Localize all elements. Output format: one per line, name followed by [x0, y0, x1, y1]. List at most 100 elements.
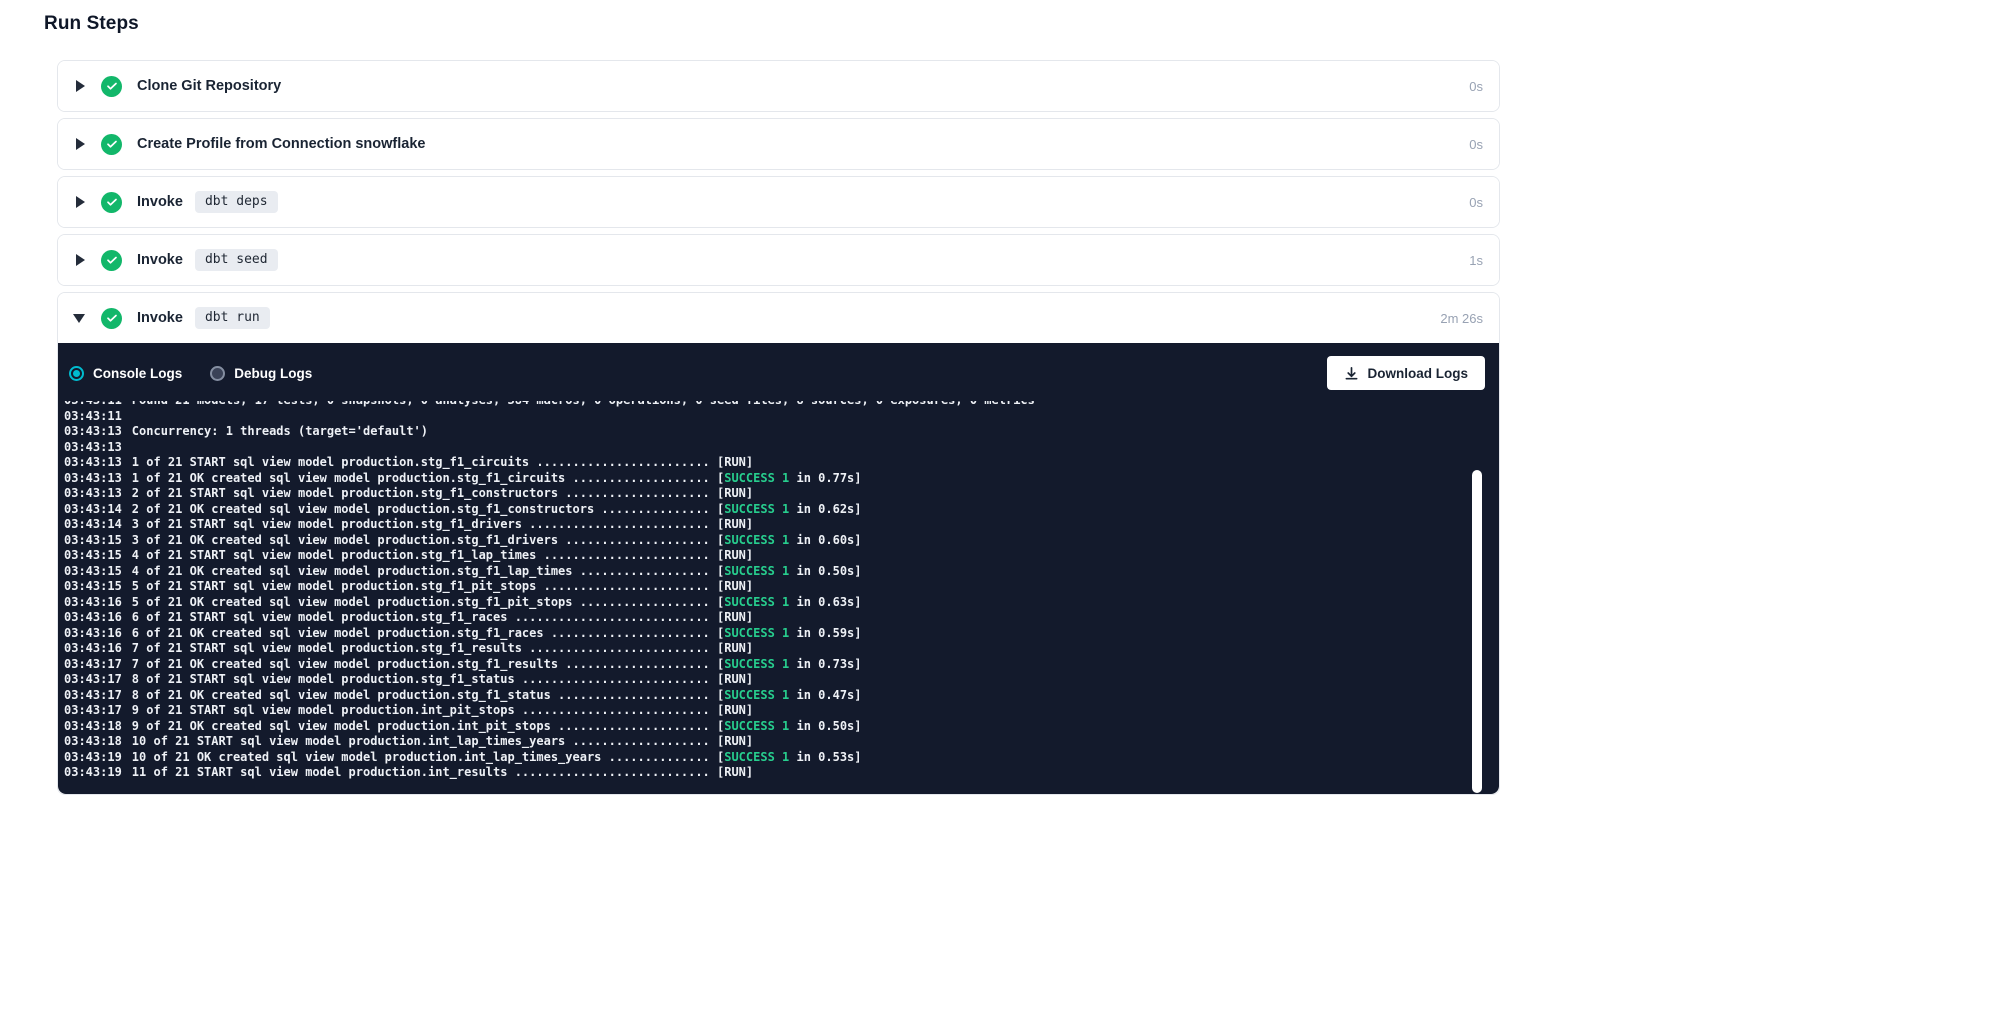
- log-message: Found 21 models, 17 tests, 0 snapshots, …: [132, 401, 1035, 407]
- caret-right-icon[interactable]: [76, 196, 85, 208]
- step-clone-git-repository: Clone Git Repository 0s: [57, 60, 1500, 112]
- log-line: 03:43:178 of 21 OK created sql view mode…: [64, 688, 1463, 704]
- log-success-badge: SUCCESS 1: [724, 688, 789, 702]
- log-line: 03:43:16 7 of 21 START sql view model pro…: [64, 641, 1463, 657]
- log-timestamp: 03:43:13: [64, 486, 122, 500]
- log-timestamp: 03:43:15: [64, 579, 122, 593]
- caret-down-icon[interactable]: [73, 314, 85, 323]
- log-message: 3 of 21 OK created sql view model produc…: [132, 533, 862, 547]
- log-timestamp: 03:43:14: [64, 517, 122, 531]
- log-timestamp: 03:43:17: [64, 703, 122, 717]
- check-circle-icon: [101, 76, 122, 97]
- step-duration: 0s: [1469, 195, 1483, 210]
- log-line: 03:43:13 Concurrency: 1 threads (target='…: [64, 424, 1463, 440]
- check-circle-icon: [101, 134, 122, 155]
- log-message: 11 of 21 START sql view model production…: [132, 765, 753, 779]
- log-line: 03:43:131 of 21 START sql view model pro…: [64, 455, 1463, 471]
- log-line: 03:43:189 of 21 OK created sql view mode…: [64, 719, 1463, 735]
- page-title: Run Steps: [44, 13, 2000, 35]
- log-timestamp: 03:43:18: [64, 719, 122, 733]
- log-timestamp: 03:43:17: [64, 657, 122, 671]
- log-timestamp: 03:43:16: [64, 641, 122, 655]
- log-success-badge: SUCCESS 1: [724, 719, 789, 733]
- log-message: 6 of 21 START sql view model production.…: [132, 610, 753, 624]
- log-success-badge: SUCCESS 1: [724, 750, 789, 764]
- log-line: 03:43:153 of 21 OK created sql view mode…: [64, 533, 1463, 549]
- step-duration: 0s: [1469, 79, 1483, 94]
- step-header-invoke-dbt-deps[interactable]: Invoke dbt deps 0s: [58, 177, 1499, 227]
- log-message: Concurrency: 1 threads (target='default'…: [132, 424, 428, 438]
- download-logs-button[interactable]: Download Logs: [1327, 356, 1486, 390]
- log-line: 03:43:13 2 of 21 START sql view model pro…: [64, 486, 1463, 502]
- caret-wrap: [73, 254, 101, 266]
- log-timestamp: 03:43:18: [64, 734, 122, 748]
- log-success-badge: SUCCESS 1: [724, 502, 789, 516]
- log-timestamp: 03:43:16: [64, 595, 122, 609]
- log-success-badge: SUCCESS 1: [724, 533, 789, 547]
- radio-label: Debug Logs: [234, 366, 312, 381]
- log-timestamp: 03:43:11: [64, 409, 122, 423]
- log-message: 2 of 21 START sql view model production.…: [132, 486, 753, 500]
- radio-selected-icon[interactable]: [69, 366, 84, 381]
- console-logs-radio[interactable]: Console Logs: [69, 366, 182, 381]
- log-message: 7 of 21 START sql view model production.…: [132, 641, 753, 655]
- run-steps-page: Run Steps Clone Git Repository 0s Create…: [0, 0, 2000, 795]
- log-line: 03:43:13 1 of 21 OK created sql view mode…: [64, 471, 1463, 487]
- log-message: 7 of 21 OK created sql view model produc…: [132, 657, 862, 671]
- log-message: 8 of 21 OK created sql view model produc…: [132, 688, 862, 702]
- log-timestamp: 03:43:16: [64, 610, 122, 624]
- step-invoke-dbt-run: Invoke dbt run 2m 26s Console Logs Debug…: [57, 292, 1500, 795]
- log-message: 6 of 21 OK created sql view model produc…: [132, 626, 862, 640]
- step-label: Create Profile from Connection snowflake: [137, 136, 425, 152]
- console-scrollbar-thumb[interactable]: [1472, 470, 1482, 793]
- log-timestamp: 03:43:14: [64, 502, 122, 516]
- log-line: 03:43:1910 of 21 OK created sql view mod…: [64, 750, 1463, 766]
- check-circle-icon: [101, 308, 122, 329]
- log-timestamp: 03:43:19: [64, 750, 122, 764]
- log-message: 9 of 21 START sql view model production.…: [132, 703, 753, 717]
- log-timestamp: 03:43:19: [64, 765, 122, 779]
- log-timestamp: 03:43:15: [64, 548, 122, 562]
- command-chip: dbt seed: [195, 249, 278, 271]
- step-duration: 0s: [1469, 137, 1483, 152]
- log-message: 8 of 21 START sql view model production.…: [132, 672, 753, 686]
- log-line: 03:43:16 5 of 21 OK created sql view mode…: [64, 595, 1463, 611]
- caret-right-icon[interactable]: [76, 254, 85, 266]
- log-message: 1 of 21 START sql view model production.…: [132, 455, 753, 469]
- download-logs-label: Download Logs: [1368, 366, 1469, 381]
- step-duration: 1s: [1469, 253, 1483, 268]
- log-line: 03:43:13: [64, 440, 1463, 456]
- check-circle-icon: [101, 192, 122, 213]
- log-line: 03:43:11Found 21 models, 17 tests, 0 sna…: [64, 401, 1463, 409]
- log-line: 03:43:16 6 of 21 START sql view model pro…: [64, 610, 1463, 626]
- caret-wrap: [73, 138, 101, 150]
- step-header-clone-git-repository[interactable]: Clone Git Repository 0s: [58, 61, 1499, 111]
- debug-logs-radio[interactable]: Debug Logs: [210, 366, 312, 381]
- log-timestamp: 03:43:17: [64, 672, 122, 686]
- step-header-invoke-dbt-seed[interactable]: Invoke dbt seed 1s: [58, 235, 1499, 285]
- log-message: 4 of 21 OK created sql view model produc…: [132, 564, 862, 578]
- log-success-badge: SUCCESS 1: [724, 626, 789, 640]
- log-line: 03:43:16 6 of 21 OK created sql view mode…: [64, 626, 1463, 642]
- caret-right-icon[interactable]: [76, 138, 85, 150]
- caret-wrap: [73, 314, 101, 323]
- command-chip: dbt run: [195, 307, 270, 329]
- caret-right-icon[interactable]: [76, 80, 85, 92]
- log-line: 03:43:19 11 of 21 START sql view model pr…: [64, 765, 1463, 781]
- step-header-invoke-dbt-run[interactable]: Invoke dbt run 2m 26s: [58, 293, 1499, 343]
- step-header-create-profile[interactable]: Create Profile from Connection snowflake…: [58, 119, 1499, 169]
- log-timestamp: 03:43:13: [64, 440, 122, 454]
- log-message: 2 of 21 OK created sql view model produc…: [132, 502, 862, 516]
- step-invoke-dbt-deps: Invoke dbt deps 0s: [57, 176, 1500, 228]
- log-line: 03:43:14 2 of 21 OK created sql view mode…: [64, 502, 1463, 518]
- log-timestamp: 03:43:13: [64, 424, 122, 438]
- log-timestamp: 03:43:13: [64, 471, 122, 485]
- radio-unselected-icon[interactable]: [210, 366, 225, 381]
- log-message: 10 of 21 START sql view model production…: [132, 734, 753, 748]
- log-message: 5 of 21 OK created sql view model produc…: [132, 595, 862, 609]
- step-label: Clone Git Repository: [137, 78, 281, 94]
- log-timestamp: 03:43:16: [64, 626, 122, 640]
- log-line: 03:43:11: [64, 409, 1463, 425]
- log-message: 1 of 21 OK created sql view model produc…: [132, 471, 862, 485]
- log-message: 3 of 21 START sql view model production.…: [132, 517, 753, 531]
